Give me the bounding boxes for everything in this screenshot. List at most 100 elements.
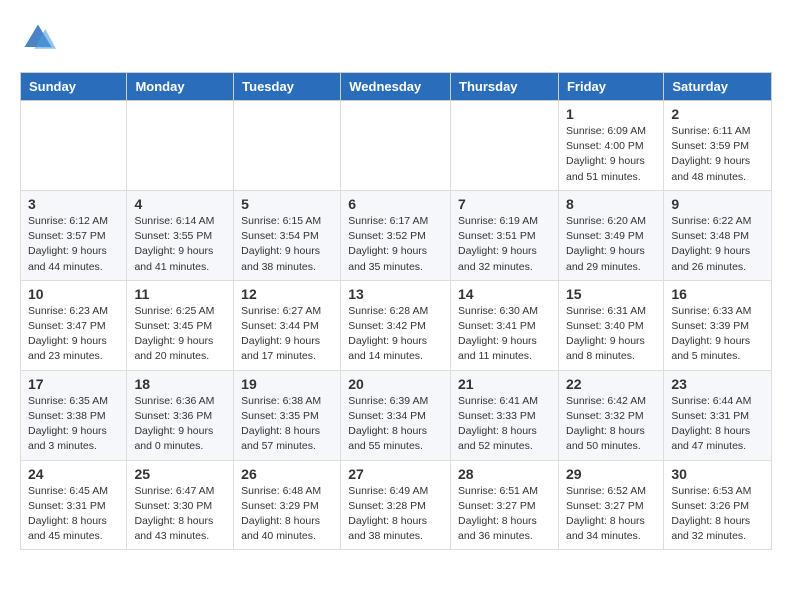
- logo: [20, 20, 60, 56]
- day-number: 29: [566, 466, 656, 482]
- day-number: 28: [458, 466, 551, 482]
- day-number: 17: [28, 376, 119, 392]
- day-info: Sunrise: 6:09 AM Sunset: 4:00 PM Dayligh…: [566, 124, 656, 185]
- day-of-week-header: Saturday: [664, 73, 772, 101]
- day-info: Sunrise: 6:36 AM Sunset: 3:36 PM Dayligh…: [134, 394, 226, 455]
- calendar-header-row: SundayMondayTuesdayWednesdayThursdayFrid…: [21, 73, 772, 101]
- day-info: Sunrise: 6:23 AM Sunset: 3:47 PM Dayligh…: [28, 304, 119, 365]
- day-info: Sunrise: 6:11 AM Sunset: 3:59 PM Dayligh…: [671, 124, 764, 185]
- calendar-cell: [341, 101, 451, 191]
- calendar-cell: 26Sunrise: 6:48 AM Sunset: 3:29 PM Dayli…: [234, 460, 341, 550]
- day-number: 15: [566, 286, 656, 302]
- calendar-week-row: 17Sunrise: 6:35 AM Sunset: 3:38 PM Dayli…: [21, 370, 772, 460]
- day-of-week-header: Sunday: [21, 73, 127, 101]
- calendar-cell: 8 Sunrise: 6:20 AM Sunset: 3:49 PM Daylig…: [558, 190, 663, 280]
- day-number: 14: [458, 286, 551, 302]
- day-number: 24: [28, 466, 119, 482]
- calendar-cell: 5 Sunrise: 6:15 AM Sunset: 3:54 PM Daylig…: [234, 190, 341, 280]
- logo-icon: [20, 20, 56, 56]
- calendar-cell: 2 Sunrise: 6:11 AM Sunset: 3:59 PM Daylig…: [664, 101, 772, 191]
- page-header: [20, 20, 772, 56]
- day-number: 30: [671, 466, 764, 482]
- day-info: Sunrise: 6:39 AM Sunset: 3:34 PM Dayligh…: [348, 394, 443, 455]
- day-number: 18: [134, 376, 226, 392]
- day-number: 25: [134, 466, 226, 482]
- day-info: Sunrise: 6:52 AM Sunset: 3:27 PM Dayligh…: [566, 484, 656, 545]
- calendar-cell: 13Sunrise: 6:28 AM Sunset: 3:42 PM Dayli…: [341, 280, 451, 370]
- day-number: 27: [348, 466, 443, 482]
- day-info: Sunrise: 6:27 AM Sunset: 3:44 PM Dayligh…: [241, 304, 333, 365]
- calendar-cell: 11Sunrise: 6:25 AM Sunset: 3:45 PM Dayli…: [127, 280, 234, 370]
- calendar-cell: 12 Sunrise: 6:27 AM Sunset: 3:44 PM Dayli…: [234, 280, 341, 370]
- calendar-cell: [234, 101, 341, 191]
- day-number: 10: [28, 286, 119, 302]
- day-number: 21: [458, 376, 551, 392]
- day-info: Sunrise: 6:45 AM Sunset: 3:31 PM Dayligh…: [28, 484, 119, 545]
- day-info: Sunrise: 6:20 AM Sunset: 3:49 PM Dayligh…: [566, 214, 656, 275]
- calendar-cell: [451, 101, 559, 191]
- day-info: Sunrise: 6:41 AM Sunset: 3:33 PM Dayligh…: [458, 394, 551, 455]
- calendar-week-row: 1 Sunrise: 6:09 AM Sunset: 4:00 PM Daylig…: [21, 101, 772, 191]
- day-number: 9: [671, 196, 764, 212]
- calendar-cell: 15 Sunrise: 6:31 AM Sunset: 3:40 PM Dayli…: [558, 280, 663, 370]
- day-info: Sunrise: 6:14 AM Sunset: 3:55 PM Dayligh…: [134, 214, 226, 275]
- day-number: 5: [241, 196, 333, 212]
- day-info: Sunrise: 6:31 AM Sunset: 3:40 PM Dayligh…: [566, 304, 656, 365]
- day-number: 2: [671, 106, 764, 122]
- calendar-cell: 18 Sunrise: 6:36 AM Sunset: 3:36 PM Dayli…: [127, 370, 234, 460]
- calendar-cell: 28 Sunrise: 6:51 AM Sunset: 3:27 PM Dayli…: [451, 460, 559, 550]
- day-info: Sunrise: 6:47 AM Sunset: 3:30 PM Dayligh…: [134, 484, 226, 545]
- day-number: 1: [566, 106, 656, 122]
- day-info: Sunrise: 6:51 AM Sunset: 3:27 PM Dayligh…: [458, 484, 551, 545]
- day-number: 12: [241, 286, 333, 302]
- calendar-cell: 27 Sunrise: 6:49 AM Sunset: 3:28 PM Dayli…: [341, 460, 451, 550]
- calendar-cell: 20 Sunrise: 6:39 AM Sunset: 3:34 PM Dayli…: [341, 370, 451, 460]
- day-info: Sunrise: 6:53 AM Sunset: 3:26 PM Dayligh…: [671, 484, 764, 545]
- calendar-cell: 19 Sunrise: 6:38 AM Sunset: 3:35 PM Dayli…: [234, 370, 341, 460]
- day-of-week-header: Tuesday: [234, 73, 341, 101]
- calendar-cell: 6 Sunrise: 6:17 AM Sunset: 3:52 PM Daylig…: [341, 190, 451, 280]
- day-info: Sunrise: 6:17 AM Sunset: 3:52 PM Dayligh…: [348, 214, 443, 275]
- calendar-table: SundayMondayTuesdayWednesdayThursdayFrid…: [20, 72, 772, 550]
- day-of-week-header: Monday: [127, 73, 234, 101]
- calendar-cell: 21 Sunrise: 6:41 AM Sunset: 3:33 PM Dayli…: [451, 370, 559, 460]
- calendar-cell: 1 Sunrise: 6:09 AM Sunset: 4:00 PM Daylig…: [558, 101, 663, 191]
- calendar-cell: 4 Sunrise: 6:14 AM Sunset: 3:55 PM Daylig…: [127, 190, 234, 280]
- day-info: Sunrise: 6:15 AM Sunset: 3:54 PM Dayligh…: [241, 214, 333, 275]
- day-number: 7: [458, 196, 551, 212]
- calendar-cell: 29 Sunrise: 6:52 AM Sunset: 3:27 PM Dayli…: [558, 460, 663, 550]
- day-number: 4: [134, 196, 226, 212]
- day-number: 3: [28, 196, 119, 212]
- day-info: Sunrise: 6:38 AM Sunset: 3:35 PM Dayligh…: [241, 394, 333, 455]
- calendar-cell: 7Sunrise: 6:19 AM Sunset: 3:51 PM Daylig…: [451, 190, 559, 280]
- day-number: 23: [671, 376, 764, 392]
- day-number: 19: [241, 376, 333, 392]
- day-info: Sunrise: 6:30 AM Sunset: 3:41 PM Dayligh…: [458, 304, 551, 365]
- day-number: 6: [348, 196, 443, 212]
- day-number: 8: [566, 196, 656, 212]
- calendar-cell: 17Sunrise: 6:35 AM Sunset: 3:38 PM Dayli…: [21, 370, 127, 460]
- day-info: Sunrise: 6:33 AM Sunset: 3:39 PM Dayligh…: [671, 304, 764, 365]
- calendar-week-row: 24 Sunrise: 6:45 AM Sunset: 3:31 PM Dayli…: [21, 460, 772, 550]
- day-number: 16: [671, 286, 764, 302]
- day-info: Sunrise: 6:49 AM Sunset: 3:28 PM Dayligh…: [348, 484, 443, 545]
- day-number: 20: [348, 376, 443, 392]
- day-info: Sunrise: 6:42 AM Sunset: 3:32 PM Dayligh…: [566, 394, 656, 455]
- day-info: Sunrise: 6:28 AM Sunset: 3:42 PM Dayligh…: [348, 304, 443, 365]
- day-of-week-header: Wednesday: [341, 73, 451, 101]
- calendar-cell: 23 Sunrise: 6:44 AM Sunset: 3:31 PM Dayli…: [664, 370, 772, 460]
- day-of-week-header: Thursday: [451, 73, 559, 101]
- day-of-week-header: Friday: [558, 73, 663, 101]
- calendar-cell: 22 Sunrise: 6:42 AM Sunset: 3:32 PM Dayli…: [558, 370, 663, 460]
- calendar-cell: 10 Sunrise: 6:23 AM Sunset: 3:47 PM Dayli…: [21, 280, 127, 370]
- calendar-cell: 16 Sunrise: 6:33 AM Sunset: 3:39 PM Dayli…: [664, 280, 772, 370]
- calendar-cell: 3 Sunrise: 6:12 AM Sunset: 3:57 PM Daylig…: [21, 190, 127, 280]
- day-number: 22: [566, 376, 656, 392]
- day-info: Sunrise: 6:22 AM Sunset: 3:48 PM Dayligh…: [671, 214, 764, 275]
- day-info: Sunrise: 6:12 AM Sunset: 3:57 PM Dayligh…: [28, 214, 119, 275]
- calendar-cell: 9 Sunrise: 6:22 AM Sunset: 3:48 PM Daylig…: [664, 190, 772, 280]
- calendar-week-row: 10 Sunrise: 6:23 AM Sunset: 3:47 PM Dayli…: [21, 280, 772, 370]
- day-info: Sunrise: 6:44 AM Sunset: 3:31 PM Dayligh…: [671, 394, 764, 455]
- day-info: Sunrise: 6:48 AM Sunset: 3:29 PM Dayligh…: [241, 484, 333, 545]
- day-number: 11: [134, 286, 226, 302]
